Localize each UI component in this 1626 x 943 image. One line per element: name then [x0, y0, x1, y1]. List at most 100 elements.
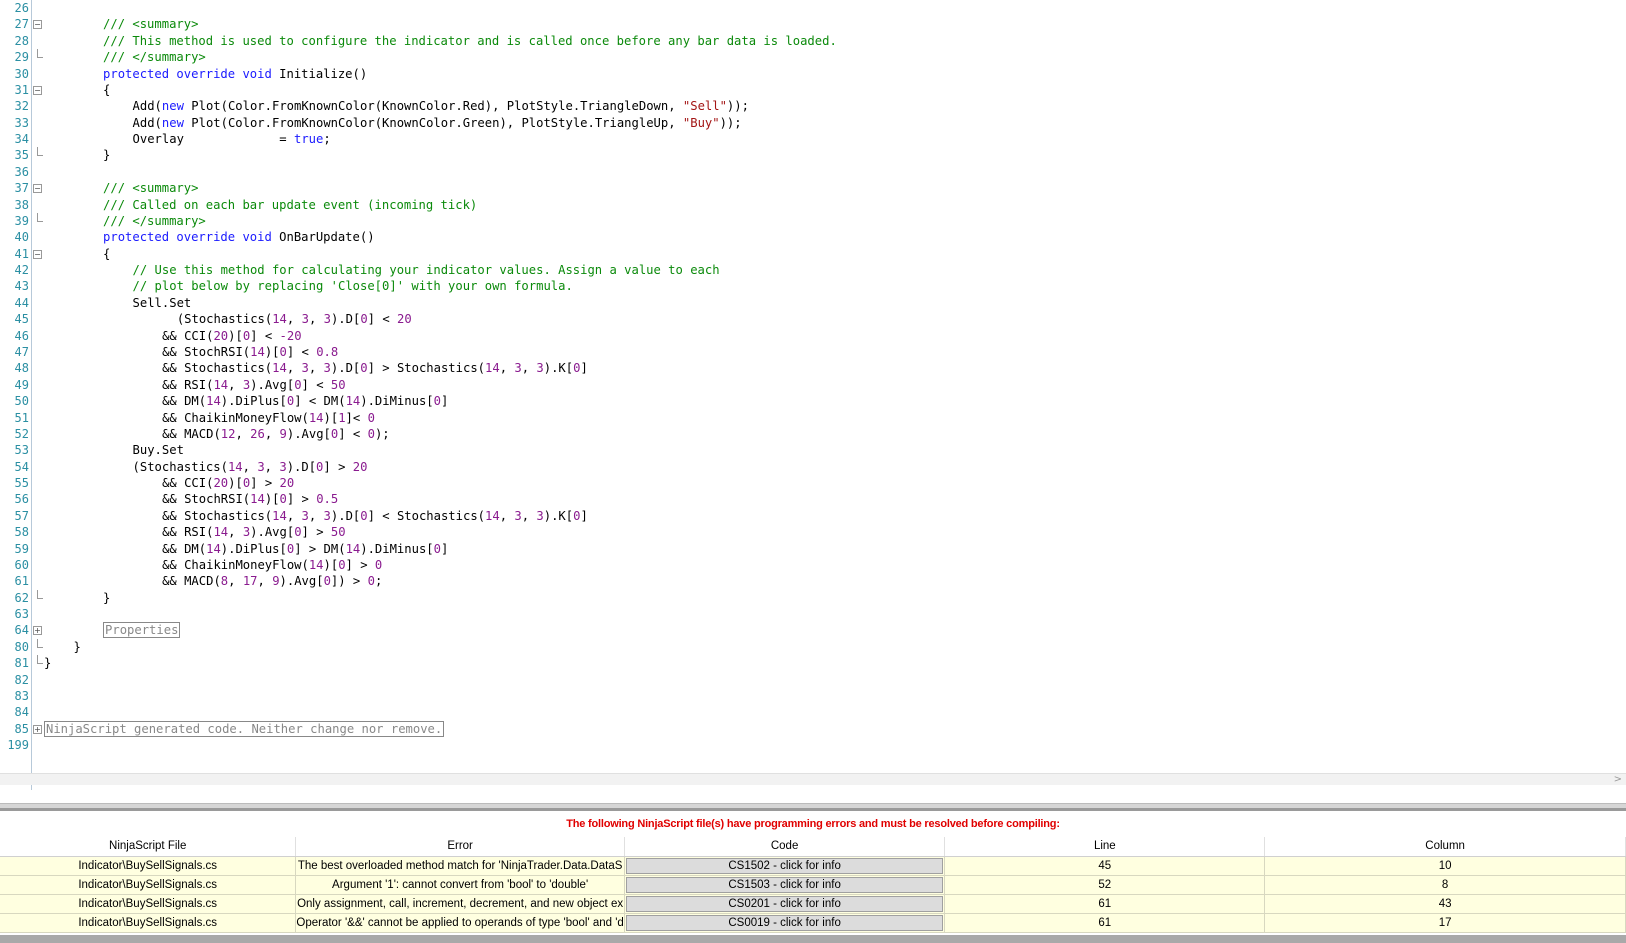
code-line[interactable]: 44 Sell.Set: [0, 295, 1626, 312]
error-line: 45: [944, 856, 1266, 876]
line-number: 27: [14, 17, 29, 32]
code-line[interactable]: 43 // plot below by replacing 'Close[0]' …: [0, 278, 1626, 295]
code-line[interactable]: 41− {: [0, 246, 1626, 263]
scroll-right-icon[interactable]: >: [1614, 774, 1622, 786]
error-row[interactable]: Indicator\BuySellSignals.cs Argument '1'…: [0, 875, 1626, 895]
collapse-region-icon[interactable]: −: [33, 20, 42, 30]
code-line[interactable]: 61 && MACD(8, 17, 9).Avg[0]) > 0;: [0, 573, 1626, 590]
error-file: Indicator\BuySellSignals.cs: [0, 894, 297, 914]
code-text: Properties: [103, 622, 181, 639]
code-line[interactable]: 27− /// <summary>: [0, 16, 1626, 33]
error-code-button[interactable]: CS0201 - click for info: [625, 895, 944, 912]
error-panel: The following NinjaScript file(s) have p…: [0, 808, 1626, 943]
code-line[interactable]: 35}: [0, 147, 1626, 164]
expand-region-icon[interactable]: +: [33, 724, 42, 734]
code-line[interactable]: 32 Add(new Plot(Color.FromKnownColor(Know…: [0, 98, 1626, 115]
code-line[interactable]: 33 Add(new Plot(Color.FromKnownColor(Know…: [0, 115, 1626, 132]
code-text: && CCI(20)[0] < -20: [162, 328, 302, 343]
error-message: Argument '1': cannot convert from 'bool'…: [295, 875, 625, 895]
line-number: 37: [14, 181, 29, 196]
line-number: 42: [14, 263, 29, 278]
column-header-code[interactable]: Code: [624, 837, 946, 857]
code-line[interactable]: 49 && RSI(14, 3).Avg[0] < 50: [0, 377, 1626, 394]
code-line[interactable]: 58 && RSI(14, 3).Avg[0] > 50: [0, 524, 1626, 541]
code-line[interactable]: 82: [0, 672, 1626, 689]
column-header-column[interactable]: Column: [1264, 837, 1626, 857]
expand-region-icon[interactable]: +: [33, 626, 42, 636]
error-column: 17: [1264, 913, 1626, 933]
code-line[interactable]: 37− /// <summary>: [0, 180, 1626, 197]
code-line[interactable]: 56 && StochRSI(14)[0] > 0.5: [0, 491, 1626, 508]
fold-end-marker: [37, 638, 43, 648]
line-number: 33: [14, 115, 29, 130]
code-line[interactable]: 39 /// </summary>: [0, 212, 1626, 230]
error-column: 43: [1264, 894, 1626, 914]
line-number: 59: [14, 541, 29, 556]
error-row[interactable]: Indicator\BuySellSignals.cs Operator '&&…: [0, 913, 1626, 933]
collapsed-region[interactable]: Properties: [103, 622, 181, 639]
error-table: NinjaScript File Error Code Line Column …: [0, 837, 1626, 933]
column-header-file[interactable]: NinjaScript File: [0, 837, 297, 857]
collapse-region-icon[interactable]: −: [33, 249, 42, 259]
code-line[interactable]: 59 && DM(14).DiPlus[0] > DM(14).DiMinus[0…: [0, 541, 1626, 558]
code-text: // Use this method for calculating your …: [132, 263, 720, 278]
code-text: }: [103, 590, 111, 605]
code-line[interactable]: 51 && ChaikinMoneyFlow(14)[1]< 0: [0, 410, 1626, 427]
code-line[interactable]: 53 Buy.Set: [0, 442, 1626, 459]
code-line[interactable]: 30 protected override void Initialize(): [0, 66, 1626, 83]
code-text: /// </summary>: [103, 213, 206, 228]
code-line[interactable]: 50 && DM(14).DiPlus[0] < DM(14).DiMinus[0…: [0, 393, 1626, 410]
code-line[interactable]: 85 + NinjaScript generated code. Neither c…: [0, 720, 1626, 738]
code-line[interactable]: 63: [0, 606, 1626, 623]
error-code-button[interactable]: CS1502 - click for info: [625, 857, 944, 874]
collapsed-region[interactable]: NinjaScript generated code. Neither chan…: [44, 720, 445, 737]
code-line[interactable]: 40 protected override void OnBarUpdate(): [0, 229, 1626, 246]
code-line[interactable]: 64 + Properties: [0, 622, 1626, 639]
error-code-button[interactable]: CS1503 - click for info: [625, 876, 944, 893]
error-code-button[interactable]: CS0019 - click for info: [625, 914, 944, 931]
code-text: Sell.Set: [132, 295, 192, 310]
code-line[interactable]: 199: [0, 737, 1626, 754]
collapse-region-icon[interactable]: −: [33, 85, 42, 95]
code-line[interactable]: 57 && Stochastics(14, 3, 3).D[0] < Stocha…: [0, 508, 1626, 525]
code-line[interactable]: 45 (Stochastics(14, 3, 3).D[0] < 20: [0, 311, 1626, 328]
code-line[interactable]: 52 && MACD(12, 26, 9).Avg[0] < 0);: [0, 426, 1626, 443]
code-line[interactable]: 42 // Use this method for calculating you…: [0, 262, 1626, 279]
column-header-error[interactable]: Error: [295, 837, 625, 857]
code-line[interactable]: 46 && CCI(20)[0] < -20: [0, 328, 1626, 345]
code-line[interactable]: 31− {: [0, 82, 1626, 99]
line-number: 49: [14, 377, 29, 392]
code-line[interactable]: 28 /// This method is used to configure t…: [0, 33, 1626, 50]
code-line[interactable]: 80}: [0, 638, 1626, 656]
collapse-region-icon[interactable]: −: [33, 184, 42, 194]
code-line[interactable]: 29 /// </summary>: [0, 49, 1626, 66]
code-line[interactable]: 48 && Stochastics(14, 3, 3).D[0] > Stocha…: [0, 360, 1626, 377]
code-line[interactable]: 34 Overlay = true;: [0, 131, 1626, 148]
code-text: /// Called on each bar update event (inc…: [103, 197, 478, 212]
code-editor[interactable]: 26 27−/// <summary> 28/// This method is u…: [0, 0, 1626, 790]
error-row[interactable]: Indicator\BuySellSignals.cs The best ove…: [0, 856, 1626, 876]
code-line[interactable]: 81}: [0, 655, 1626, 672]
code-line[interactable]: 36: [0, 164, 1626, 181]
line-number: 34: [14, 132, 29, 147]
code-line[interactable]: 38 /// Called on each bar update event (i…: [0, 197, 1626, 214]
error-column: 8: [1264, 875, 1626, 895]
code-line[interactable]: 55 && CCI(20)[0] > 20: [0, 475, 1626, 492]
code-line[interactable]: 62}: [0, 589, 1626, 607]
horizontal-scrollbar[interactable]: >: [0, 773, 1626, 785]
code-text: protected override void Initialize(): [103, 66, 368, 81]
code-line[interactable]: 26: [0, 0, 1626, 17]
line-number: 82: [14, 672, 29, 687]
code-line[interactable]: 47 && StochRSI(14)[0] < 0.8: [0, 344, 1626, 361]
code-line[interactable]: 83: [0, 688, 1626, 705]
error-column: 10: [1264, 856, 1626, 876]
fold-end-marker: [37, 655, 43, 665]
code-line[interactable]: 84: [0, 704, 1626, 721]
code-text: }: [44, 656, 52, 671]
error-code-cell: CS1503 - click for info: [624, 875, 946, 895]
code-line[interactable]: 54 (Stochastics(14, 3, 3).D[0] > 20: [0, 459, 1626, 476]
code-line[interactable]: 60 && ChaikinMoneyFlow(14)[0] > 0: [0, 557, 1626, 574]
line-number: 31: [14, 82, 29, 97]
column-header-line[interactable]: Line: [944, 837, 1266, 857]
error-row[interactable]: Indicator\BuySellSignals.cs Only assignm…: [0, 894, 1626, 914]
